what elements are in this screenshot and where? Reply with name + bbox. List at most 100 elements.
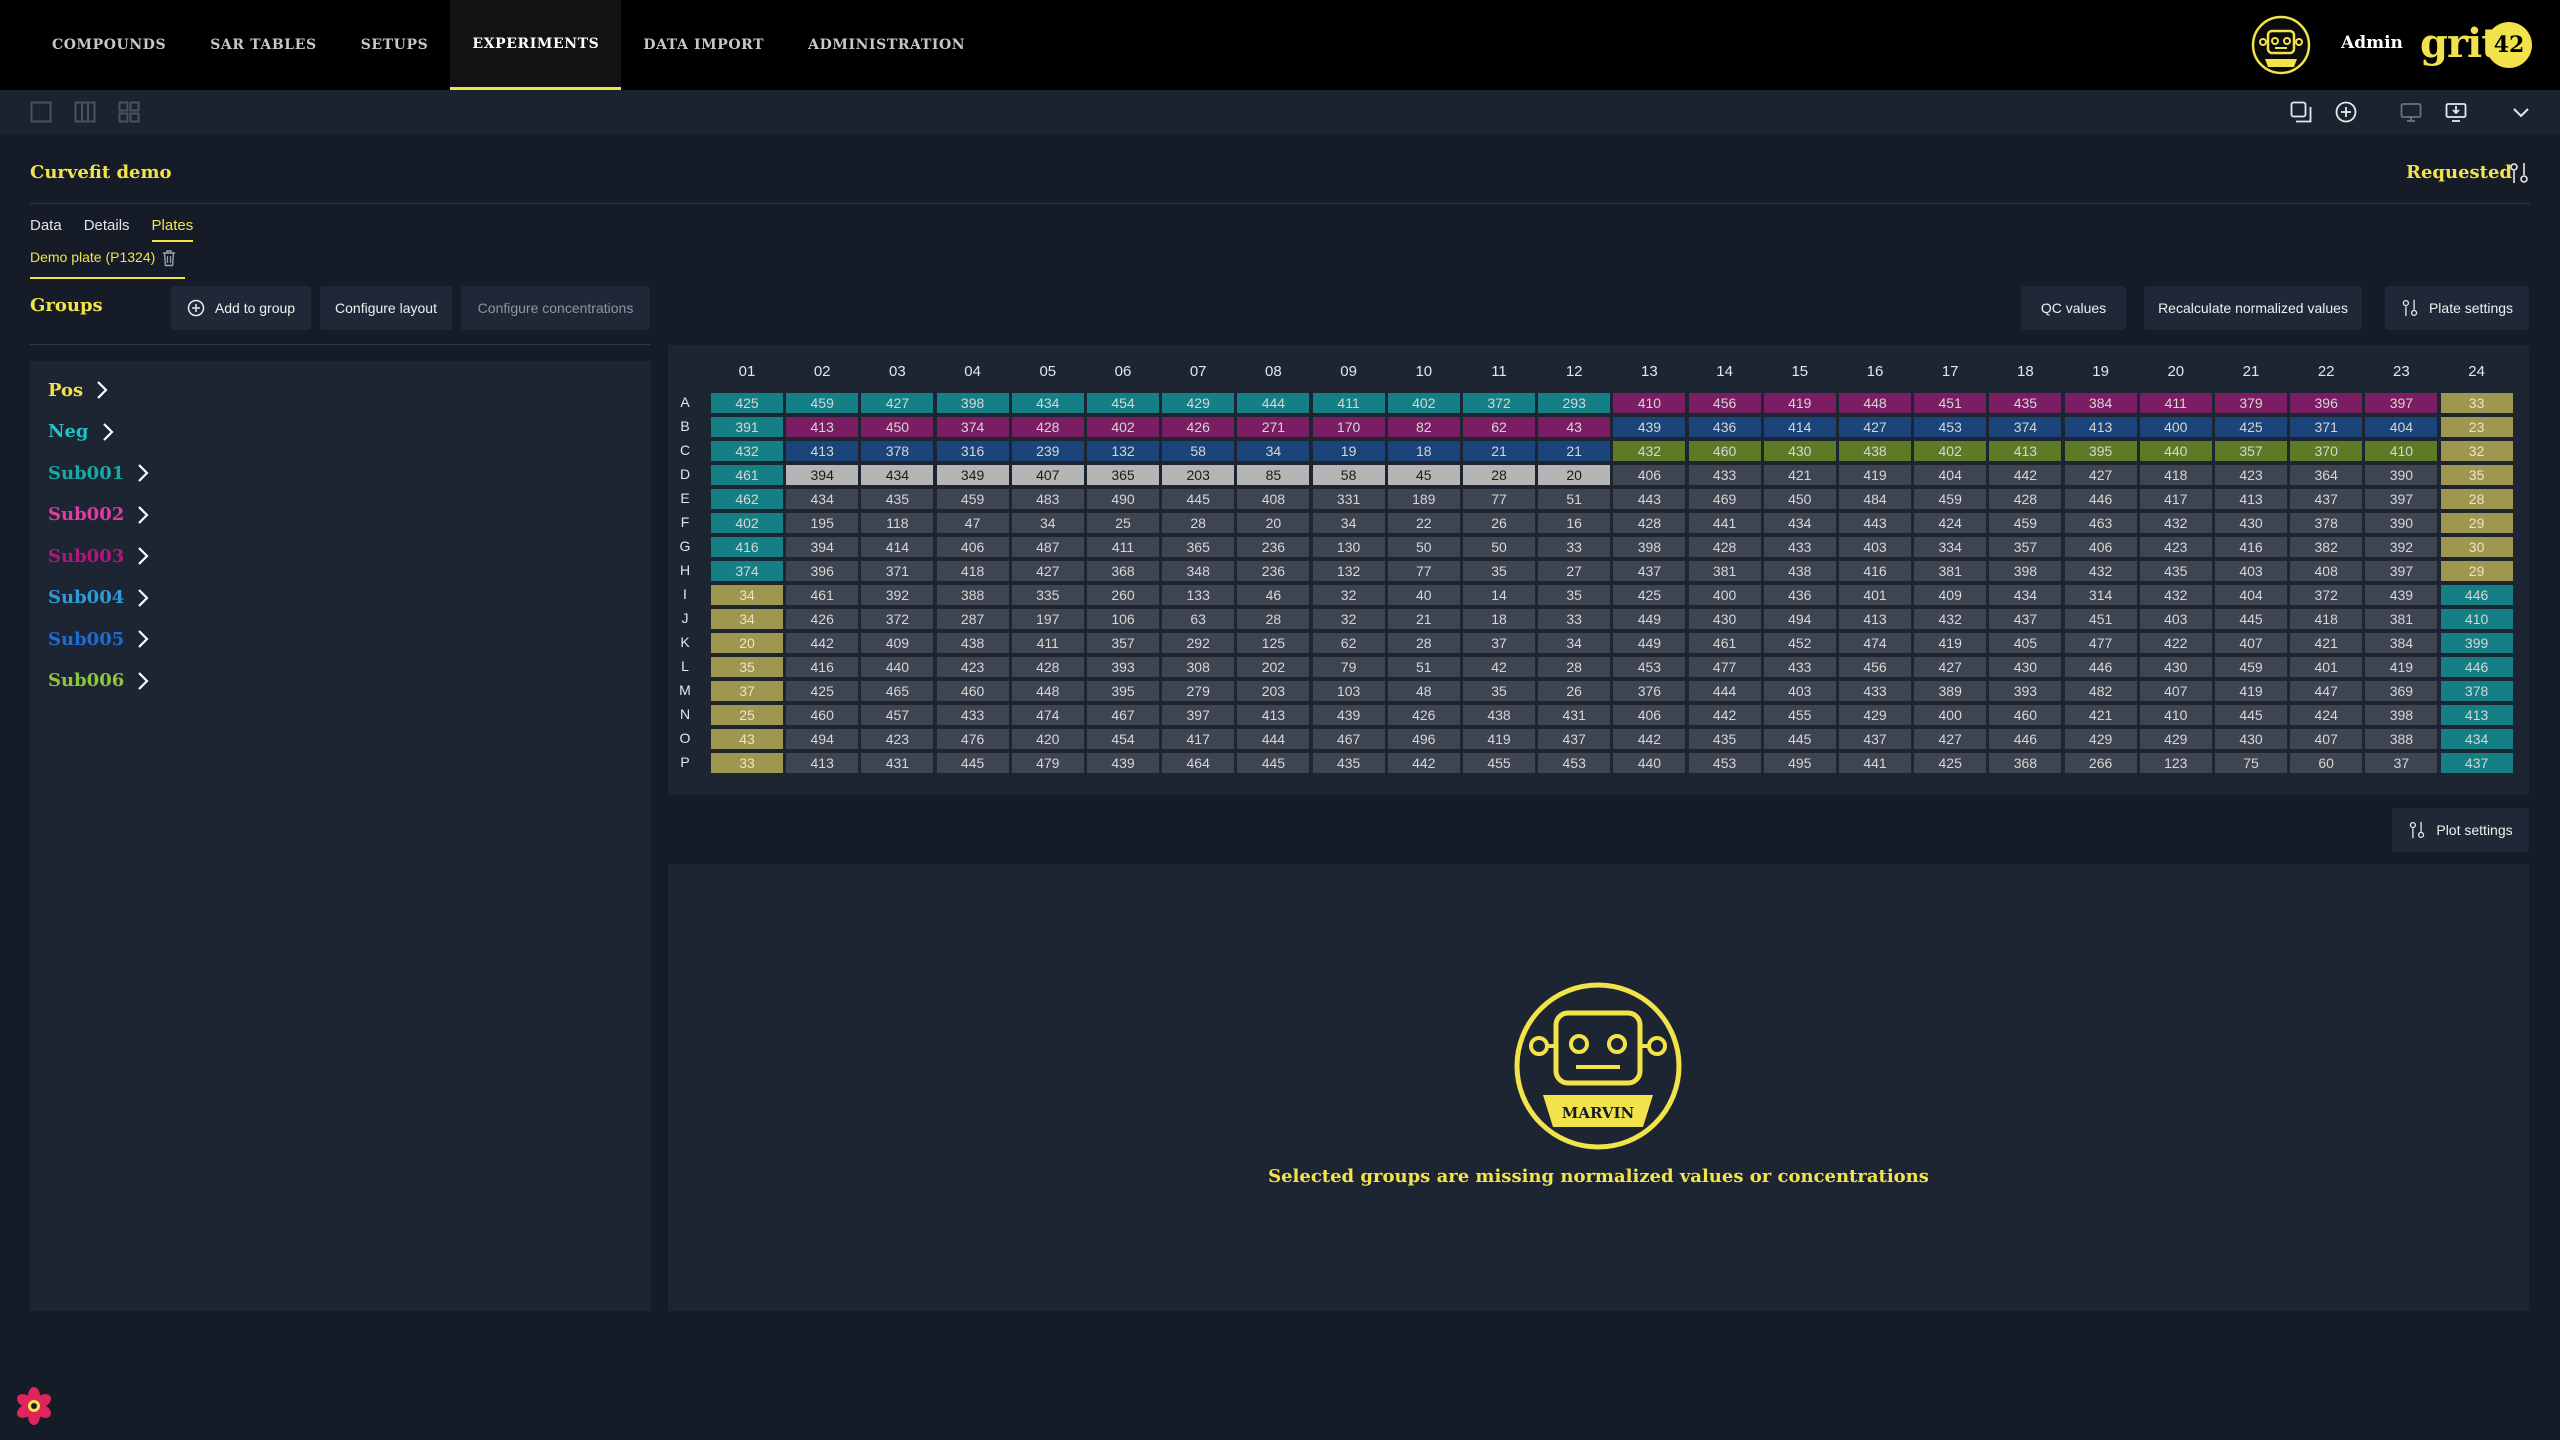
plate-well[interactable]: 444	[1237, 393, 1310, 413]
plate-well[interactable]: 77	[1387, 561, 1460, 581]
plate-well[interactable]: 21	[1463, 441, 1535, 461]
plate-well[interactable]: 425	[711, 393, 783, 413]
plate-well[interactable]: 406	[1613, 705, 1686, 725]
plate-well[interactable]: 408	[1237, 489, 1310, 509]
plate-well[interactable]: 19	[1312, 441, 1385, 461]
plate-well[interactable]: 451	[1914, 393, 1987, 413]
plate-well[interactable]: 348	[1162, 561, 1235, 581]
plate-well[interactable]: 413	[1989, 441, 2062, 461]
plate-well[interactable]: 422	[2139, 633, 2212, 653]
plate-well[interactable]: 35	[1463, 561, 1535, 581]
plate-well[interactable]: 410	[2139, 705, 2212, 725]
plate-well[interactable]: 454	[1087, 729, 1159, 749]
plate-well[interactable]: 428	[1011, 657, 1084, 677]
plate-well[interactable]: 60	[2290, 753, 2363, 773]
plate-well[interactable]: 437	[1989, 609, 2062, 629]
plate-well[interactable]: 433	[1763, 537, 1836, 557]
plate-well[interactable]: 427	[1011, 561, 1084, 581]
plate-well[interactable]: 460	[1688, 441, 1761, 461]
group-item-sub004[interactable]: Sub004	[48, 583, 150, 613]
plate-well[interactable]: 442	[1989, 465, 2062, 485]
plate-well[interactable]: 399	[2440, 633, 2513, 653]
plate-well[interactable]: 449	[1613, 633, 1686, 653]
plate-well[interactable]: 445	[2215, 705, 2287, 725]
plate-well[interactable]: 378	[861, 441, 934, 461]
plate-well[interactable]: 410	[2440, 609, 2513, 629]
chevron-right-icon[interactable]	[136, 463, 150, 483]
plate-well[interactable]: 413	[786, 753, 859, 773]
plate-well[interactable]: 33	[1538, 537, 1611, 557]
plate-well[interactable]: 381	[2365, 609, 2438, 629]
chevron-right-icon[interactable]	[136, 546, 150, 566]
plate-well[interactable]: 411	[1011, 633, 1084, 653]
plate-well[interactable]: 463	[2064, 513, 2137, 533]
plate-well[interactable]: 398	[936, 393, 1009, 413]
plate-well[interactable]: 34	[711, 609, 783, 629]
plate-well[interactable]: 434	[1763, 513, 1836, 533]
plate-well[interactable]: 460	[1989, 705, 2062, 725]
plate-well[interactable]: 397	[2365, 561, 2438, 581]
plate-well[interactable]: 416	[786, 657, 859, 677]
plate-well[interactable]: 384	[2064, 393, 2137, 413]
plate-well[interactable]: 236	[1237, 537, 1310, 557]
plate-well[interactable]: 22	[1387, 513, 1460, 533]
plate-well[interactable]: 431	[861, 753, 934, 773]
plate-well[interactable]: 20	[1538, 465, 1611, 485]
plate-well[interactable]: 421	[2290, 633, 2363, 653]
plate-well[interactable]: 406	[2064, 537, 2137, 557]
plate-well[interactable]: 494	[1763, 609, 1836, 629]
plate-well[interactable]: 401	[2290, 657, 2363, 677]
plate-well[interactable]: 411	[2139, 393, 2212, 413]
status-label[interactable]: Requested	[2406, 162, 2512, 183]
plate-well[interactable]: 409	[861, 633, 934, 653]
plate-well[interactable]: 432	[1914, 609, 1987, 629]
plate-well[interactable]: 446	[1989, 729, 2062, 749]
plate-well[interactable]: 106	[1087, 609, 1159, 629]
plate-well[interactable]: 459	[1914, 489, 1987, 509]
plate-well[interactable]: 388	[2365, 729, 2438, 749]
plate-well[interactable]: 34	[1011, 513, 1084, 533]
plate-well[interactable]: 427	[1839, 417, 1911, 437]
plate-well[interactable]: 123	[2139, 753, 2212, 773]
plate-well[interactable]: 434	[861, 465, 934, 485]
plate-well[interactable]: 418	[936, 561, 1009, 581]
plate-well[interactable]: 450	[1763, 489, 1836, 509]
plate-well[interactable]: 47	[936, 513, 1009, 533]
plate-well[interactable]: 393	[1087, 657, 1159, 677]
plate-well[interactable]: 434	[786, 489, 859, 509]
plate-well[interactable]: 413	[2064, 417, 2137, 437]
plate-well[interactable]: 395	[1087, 681, 1159, 701]
plate-well[interactable]: 381	[1688, 561, 1761, 581]
plate-well[interactable]: 28	[1463, 465, 1535, 485]
plate-well[interactable]: 453	[1914, 417, 1987, 437]
plate-well[interactable]: 396	[2290, 393, 2363, 413]
plate-well[interactable]: 50	[1387, 537, 1460, 557]
plate-well[interactable]: 28	[1538, 657, 1611, 677]
plate-well[interactable]: 371	[2290, 417, 2363, 437]
plate-well[interactable]: 407	[1011, 465, 1084, 485]
plate-well[interactable]: 496	[1387, 729, 1460, 749]
plate-well[interactable]: 400	[2139, 417, 2212, 437]
plate-well[interactable]: 416	[2215, 537, 2287, 557]
plate-well[interactable]: 37	[2365, 753, 2438, 773]
plate-well[interactable]: 103	[1312, 681, 1385, 701]
plate-well[interactable]: 279	[1162, 681, 1235, 701]
plate-well[interactable]: 28	[1237, 609, 1310, 629]
plate-well[interactable]: 28	[2440, 489, 2513, 509]
plate-well[interactable]: 413	[2215, 489, 2287, 509]
plate-well[interactable]: 430	[2139, 657, 2212, 677]
plate-well[interactable]: 408	[2290, 561, 2363, 581]
plate-well[interactable]: 437	[2440, 753, 2513, 773]
nav-item-compounds[interactable]: COMPOUNDS	[30, 0, 188, 90]
plate-well[interactable]: 382	[2290, 537, 2363, 557]
plate-well[interactable]: 390	[2365, 513, 2438, 533]
add-circle-icon[interactable]	[2335, 101, 2357, 123]
group-item-sub002[interactable]: Sub002	[48, 500, 150, 530]
plate-well[interactable]: 371	[861, 561, 934, 581]
plate-well[interactable]: 429	[1839, 705, 1911, 725]
plate-well[interactable]: 370	[2290, 441, 2363, 461]
plate-well[interactable]: 431	[1538, 705, 1611, 725]
plate-well[interactable]: 35	[1538, 585, 1611, 605]
plate-well[interactable]: 133	[1162, 585, 1235, 605]
configure-concentrations-button[interactable]: Configure concentrations	[461, 286, 650, 330]
